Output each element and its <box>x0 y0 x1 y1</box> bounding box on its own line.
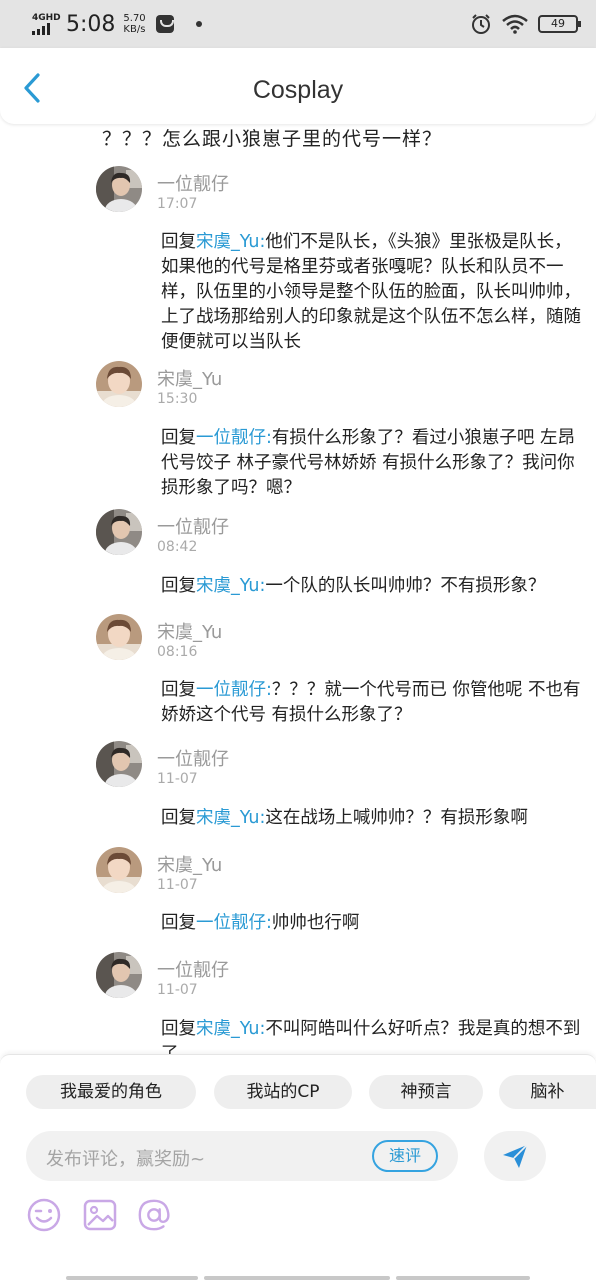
comment-thread-page: 4GHD 5:08 5.70 KB/s 49 Cosplay ？？？怎么跟小狼崽… <box>0 0 596 1280</box>
network-type: 4GHD <box>32 13 61 23</box>
battery-icon: 49 <box>538 15 581 33</box>
speed-value: 5.70 <box>123 13 146 24</box>
comment-timestamp: 11-07 <box>157 771 198 787</box>
avatar[interactable] <box>96 847 142 893</box>
avatar[interactable] <box>96 952 142 998</box>
emoji-button[interactable] <box>26 1197 62 1233</box>
reply-prefix: 回复 <box>161 428 196 448</box>
more-notifications-dot <box>195 21 202 27</box>
avatar[interactable] <box>96 741 142 787</box>
send-button[interactable] <box>484 1131 546 1181</box>
message-notification-icon <box>155 15 174 33</box>
comment-username[interactable]: 一位靓仔 <box>157 745 229 771</box>
reply-target-link[interactable]: 宋虞_Yu: <box>196 232 265 252</box>
nav-gesture-bar <box>66 1276 198 1280</box>
network-speed: 5.70 KB/s <box>123 13 145 35</box>
comment-username[interactable]: 一位靓仔 <box>157 513 229 539</box>
reply-body[interactable]: 回复宋虞_Yu:这在战场上喊帅帅？？有损形象啊 <box>161 806 581 831</box>
reply-prefix: 回复 <box>161 808 196 828</box>
reply-prefix: 回复 <box>161 1019 196 1039</box>
reply-target-link[interactable]: 宋虞_Yu: <box>196 576 265 596</box>
reply-prefix: 回复 <box>161 913 196 933</box>
avatar[interactable] <box>96 361 142 407</box>
nav-gesture-bar <box>204 1276 390 1280</box>
reply-text: 一个队的队长叫帅帅？不有损形象？ <box>265 576 546 596</box>
reply-target-link[interactable]: 一位靓仔: <box>196 913 272 933</box>
comment-timestamp: 17:07 <box>157 196 198 212</box>
comment-username[interactable]: 一位靓仔 <box>157 170 229 196</box>
mention-button[interactable] <box>136 1197 172 1233</box>
page-title: Cosplay <box>252 76 344 104</box>
cellular-signal-icon: 4GHD <box>32 13 61 35</box>
comment-timestamp: 08:42 <box>157 539 198 555</box>
comment-composer: 我最爱的角色 我站的CP 神预言 脑补 发布评论，赢奖励~ 速评 <box>0 1054 596 1280</box>
reply-target-link[interactable]: 一位靓仔: <box>196 428 272 448</box>
comment-thread: ？？？怎么跟小狼崽子里的代号一样？ 一位靓仔 17:07 回复宋虞_Yu:他们不是队… <box>0 124 596 1054</box>
comment-timestamp: 15:30 <box>157 391 198 407</box>
reply-prefix: 回复 <box>161 232 196 252</box>
image-icon <box>83 1199 117 1231</box>
comment-username[interactable]: 一位靓仔 <box>157 956 229 982</box>
quick-tag-favorite-character[interactable]: 我最爱的角色 <box>26 1075 196 1109</box>
nav-gesture-bar <box>396 1276 530 1280</box>
reply-target-link[interactable]: 一位靓仔: <box>196 680 272 700</box>
reply-prefix: 回复 <box>161 576 196 596</box>
reply-prefix: 回复 <box>161 680 196 700</box>
avatar[interactable] <box>96 166 142 212</box>
reply-target-link[interactable]: 宋虞_Yu: <box>196 1019 265 1039</box>
reply-body[interactable]: 回复宋虞_Yu:一个队的队长叫帅帅？不有损形象？ <box>161 574 581 599</box>
reply-text: 这在战场上喊帅帅？？有损形象啊 <box>265 808 528 828</box>
quick-tag-prediction[interactable]: 神预言 <box>369 1075 483 1109</box>
top-nav-bar: Cosplay <box>0 48 596 124</box>
avatar[interactable] <box>96 614 142 660</box>
avatar[interactable] <box>96 509 142 555</box>
at-icon <box>138 1199 170 1231</box>
comment-username[interactable]: 宋虞_Yu <box>157 618 222 644</box>
comment-timestamp: 11-07 <box>157 982 198 998</box>
reply-target-link[interactable]: 宋虞_Yu: <box>196 808 265 828</box>
speed-unit: KB/s <box>123 24 146 35</box>
wifi-icon <box>502 14 528 34</box>
comment-placeholder: 发布评论，赢奖励~ <box>46 1149 206 1170</box>
alarm-icon <box>472 14 490 34</box>
reply-body[interactable]: 回复宋虞_Yu:不叫阿皓叫什么好听点？我是真的想不到了 <box>161 1017 581 1054</box>
comment-timestamp: 08:16 <box>157 644 198 660</box>
comment-username[interactable]: 宋虞_Yu <box>157 365 222 391</box>
parent-comment-text: ？？？怎么跟小狼崽子里的代号一样？ <box>102 128 443 150</box>
reply-body[interactable]: 回复宋虞_Yu:他们不是队长，《头狼》里张极是队长，如果他的代号是格里芬或者张嘎… <box>161 230 581 355</box>
reply-body[interactable]: 回复一位靓仔:帅帅也行啊 <box>161 911 581 936</box>
reply-body[interactable]: 回复一位靓仔:有损什么形象了？看过小狼崽子吧 左昂代号饺子 林子豪代号林娇娇 有… <box>161 426 581 501</box>
image-button[interactable] <box>82 1197 118 1233</box>
emoji-icon <box>27 1198 61 1232</box>
reply-text: 帅帅也行啊 <box>271 913 360 933</box>
comment-input[interactable]: 发布评论，赢奖励~ 速评 <box>26 1131 458 1181</box>
quick-tag-headcanon[interactable]: 脑补 <box>499 1075 596 1109</box>
clock: 5:08 <box>66 11 116 37</box>
comment-timestamp: 11-07 <box>157 877 198 893</box>
reply-body[interactable]: 回复一位靓仔:？？？就一个代号而已 你管他呢 不也有娇娇这个代号 有损什么形象了… <box>161 678 581 728</box>
quick-comment-button[interactable]: 速评 <box>372 1140 438 1172</box>
quick-tag-my-cp[interactable]: 我站的CP <box>214 1075 352 1109</box>
comment-username[interactable]: 宋虞_Yu <box>157 851 222 877</box>
send-icon <box>503 1144 528 1168</box>
status-bar: 4GHD 5:08 5.70 KB/s 49 <box>0 0 596 48</box>
